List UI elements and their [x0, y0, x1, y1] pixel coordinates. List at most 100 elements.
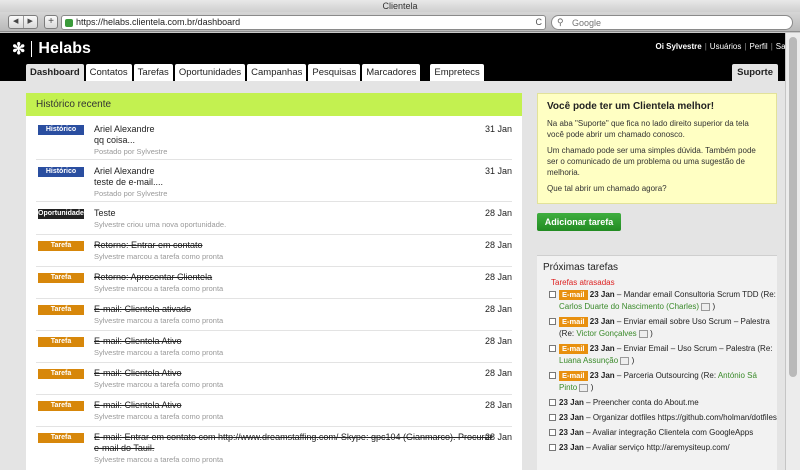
search-input[interactable]	[572, 17, 782, 28]
entry-date: 28 Jan	[484, 208, 512, 218]
task-date: 23 Jan	[589, 371, 615, 380]
entry-title[interactable]: Ariel Alexandre	[94, 166, 155, 176]
url-text[interactable]: https://helabs.clientela.com.br/dashboar…	[76, 16, 240, 29]
search-bar[interactable]: ⚲	[551, 15, 793, 30]
entry-title[interactable]: Ariel Alexandre	[94, 124, 155, 134]
link-separator: |	[744, 42, 747, 51]
tab-pesquisas[interactable]: Pesquisas	[308, 64, 361, 81]
history-entry: Tarefa E-mail: Clientela Ativo Sylvestre…	[26, 334, 522, 360]
task-checkbox[interactable]	[549, 444, 556, 451]
entry-meta: Sylvestre marcou a tarefa como pronta	[94, 316, 224, 325]
entry-date: 31 Jan	[484, 166, 512, 176]
task-text: – Organizar dotfiles https://github.com/…	[586, 413, 777, 422]
task-date: 23 Jan	[589, 290, 615, 299]
task-contact-link[interactable]: Luana Assunção	[559, 356, 618, 365]
task-checkbox[interactable]	[549, 345, 556, 352]
history-entry: Tarefa E-mail: Entrar em contato com htt…	[26, 430, 522, 470]
promo-title: Você pode ter um Clientela melhor!	[547, 101, 715, 112]
task-text-end: )	[650, 329, 653, 338]
task-checkbox[interactable]	[549, 414, 556, 421]
tab-marcadores[interactable]: Marcadores	[362, 64, 421, 81]
divider	[36, 159, 512, 160]
task-item: E-mail 23 Jan – Enviar Email – Uso Scrum…	[549, 343, 777, 367]
tab-empretecs[interactable]: Empretecs	[430, 64, 484, 81]
add-task-button[interactable]: Adicionar tarefa	[537, 213, 621, 231]
history-entry: Tarefa E-mail: Clientela Ativo Sylvestre…	[26, 366, 522, 392]
task-checkbox[interactable]	[549, 291, 556, 298]
task-contact-link[interactable]: Victor Gonçalves	[576, 329, 636, 338]
task-contact-link[interactable]: Carlos Duarte do Nascimento (Charles)	[559, 302, 699, 311]
tab-oportunidades[interactable]: Oportunidades	[174, 64, 246, 81]
attachment-icon	[638, 329, 648, 338]
entry-date: 28 Jan	[484, 432, 512, 442]
address-bar[interactable]: https://helabs.clientela.com.br/dashboar…	[61, 15, 546, 30]
tab-suporte[interactable]: Suporte	[732, 64, 778, 81]
task-text: – Parceria Outsourcing (Re:	[616, 371, 717, 380]
tab-campanhas[interactable]: Campanhas	[247, 64, 307, 81]
tab-tarefas[interactable]: Tarefas	[133, 64, 173, 81]
entry-meta: Sylvestre marcou a tarefa como pronta	[94, 348, 224, 357]
tab-contatos[interactable]: Contatos	[85, 64, 132, 81]
entry-title[interactable]: E-mail: Clientela Ativo	[94, 400, 182, 410]
upcoming-tasks-panel: Próximas tarefas Tarefas atrasadas E-mai…	[537, 255, 777, 470]
back-button[interactable]: ◀	[9, 16, 23, 28]
new-tab-button[interactable]: +	[44, 15, 58, 29]
history-entry: Oportunidade Teste Sylvestre criou uma n…	[26, 206, 522, 232]
tab-dashboard[interactable]: Dashboard	[26, 64, 84, 81]
task-text: – Preencher conta do About.me	[586, 398, 699, 407]
upcoming-title: Próximas tarefas	[543, 262, 619, 273]
type-badge: Oportunidade	[38, 209, 84, 219]
divider	[36, 426, 512, 427]
divider	[36, 234, 512, 235]
task-text: – Avaliar serviço http://aremysiteup.com…	[586, 443, 730, 452]
task-item: E-mail 23 Jan – Parceria Outsourcing (Re…	[549, 370, 777, 394]
entry-title[interactable]: Teste	[94, 208, 116, 218]
entry-title[interactable]: E-mail: Clientela Ativo	[94, 336, 182, 346]
entry-date: 28 Jan	[484, 304, 512, 314]
type-badge: Tarefa	[38, 433, 84, 443]
task-checkbox[interactable]	[549, 399, 556, 406]
entry-title[interactable]: E-mail: Entrar em contato com http://www…	[94, 432, 498, 454]
page-scrollbar[interactable]	[785, 33, 800, 470]
attachment-icon	[701, 302, 711, 311]
link-separator: |	[770, 42, 773, 51]
type-badge: Histórico	[38, 167, 84, 177]
link-usuarios[interactable]: Usuários	[710, 42, 742, 51]
history-entry: Tarefa E-mail: Clientela Ativo Sylvestre…	[26, 398, 522, 424]
entry-title[interactable]: E-mail: Clientela Ativo	[94, 368, 182, 378]
task-text-end: )	[712, 302, 716, 311]
task-checkbox[interactable]	[549, 429, 556, 436]
divider	[36, 266, 512, 267]
entry-title[interactable]: E-mail: Clientela ativado	[94, 304, 191, 314]
scrollbar-thumb[interactable]	[789, 37, 797, 377]
logo-divider	[31, 41, 33, 57]
entry-meta: Sylvestre marcou a tarefa como pronta	[94, 284, 224, 293]
task-checkbox[interactable]	[549, 372, 556, 379]
divider	[36, 362, 512, 363]
entry-title[interactable]: Retorno: Apresentar Clientela	[94, 272, 212, 282]
task-date: 23 Jan	[589, 344, 615, 353]
forward-button[interactable]: ▶	[22, 16, 38, 28]
entry-body: teste de e-mail....	[94, 177, 164, 187]
email-tag: E-mail	[559, 317, 588, 327]
task-item: 23 Jan – Organizar dotfiles https://gith…	[549, 412, 777, 424]
task-text-end: )	[590, 383, 594, 392]
history-entry: Histórico Ariel Alexandre qq coisa... Po…	[26, 122, 522, 156]
task-text: – Mandar email Consultoria Scrum TDD (Re…	[616, 290, 776, 299]
type-badge: Tarefa	[38, 401, 84, 411]
entry-title[interactable]: Retorno: Entrar em contato	[94, 240, 203, 250]
history-entry: Tarefa Retorno: Entrar em contato Sylves…	[26, 238, 522, 264]
task-list: E-mail 23 Jan – Mandar email Consultoria…	[537, 287, 777, 454]
entry-date: 28 Jan	[484, 272, 512, 282]
divider	[36, 298, 512, 299]
link-perfil[interactable]: Perfil	[749, 42, 767, 51]
reload-icon[interactable]: C	[536, 16, 543, 29]
app-logo[interactable]: ✻ Helabs	[12, 39, 91, 59]
app-name: Helabs	[38, 40, 91, 57]
user-greeting: Oi Sylvestre	[655, 42, 702, 51]
app-header: ✻ Helabs Oi Sylvestre | Usuários | Perfil | Sa…	[0, 33, 800, 81]
task-date: 23 Jan	[559, 413, 584, 422]
user-links: Oi Sylvestre | Usuários | Perfil | Sair	[655, 42, 790, 51]
search-icon: ⚲	[557, 17, 564, 27]
task-checkbox[interactable]	[549, 318, 556, 325]
